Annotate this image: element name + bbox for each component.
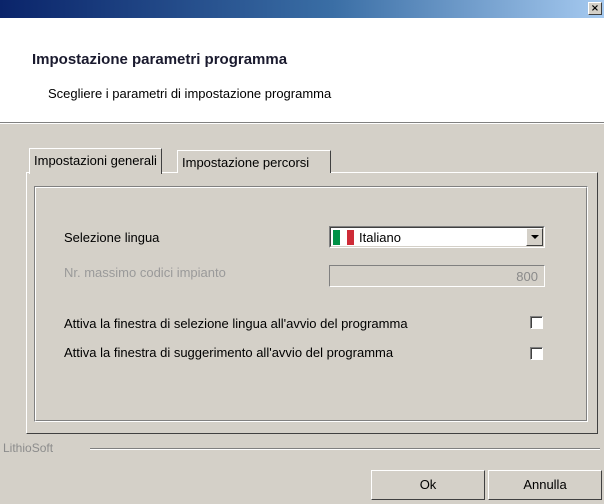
header-divider [0,123,604,124]
language-select-value: Italiano [359,230,401,245]
dialog-subtitle: Scegliere i parametri di impostazione pr… [48,86,332,101]
max-codes-field: 800 [329,265,545,287]
chevron-down-icon[interactable] [526,228,543,246]
dialog-header: Impostazione parametri programma Sceglie… [0,18,604,124]
title-bar[interactable]: × [0,0,604,18]
close-button[interactable]: × [588,2,602,15]
brand-label: LithioSoft [3,441,54,455]
max-codes-label: Nr. massimo codici impianto [64,265,226,280]
italian-flag-icon [333,230,354,245]
language-window-checkbox-label: Attiva la finestra di selezione lingua a… [64,316,408,331]
suggestion-window-checkbox[interactable] [530,347,543,360]
suggestion-window-checkbox-label: Attiva la finestra di suggerimento all'a… [64,345,394,360]
ok-button[interactable]: Ok [371,470,485,500]
settings-group-box [34,186,588,422]
language-select[interactable]: Italiano [329,226,545,248]
language-window-checkbox[interactable] [530,316,543,329]
language-label: Selezione lingua [64,230,160,245]
dialog-title: Impostazione parametri programma [32,51,288,68]
tab-impostazione-percorsi[interactable]: Impostazione percorsi [177,150,331,173]
max-codes-value: 800 [516,269,538,284]
tab-impostazioni-generali[interactable]: Impostazioni generali [29,148,162,174]
cancel-button[interactable]: Annulla [488,470,602,500]
footer-divider [90,448,600,450]
